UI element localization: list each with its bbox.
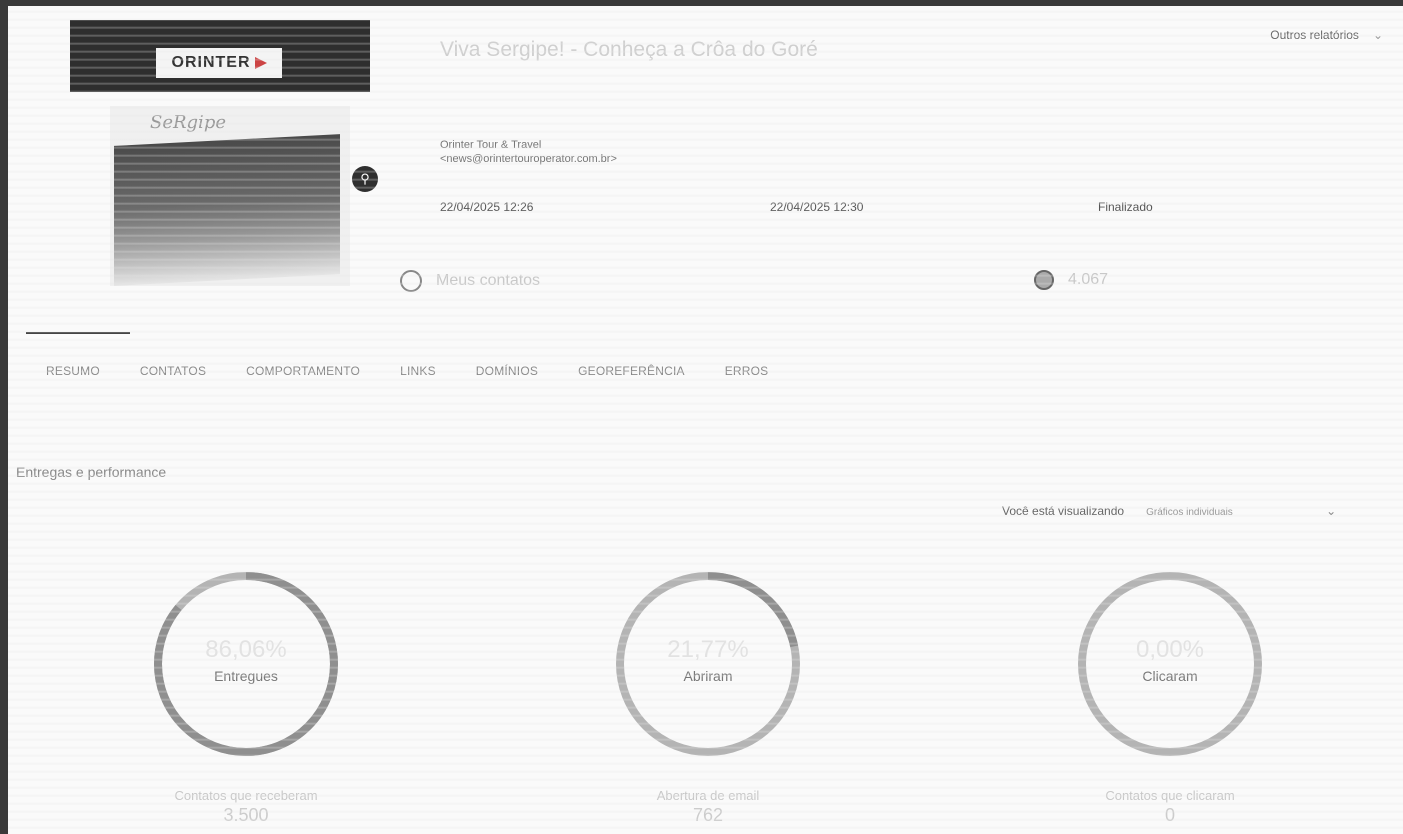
gauge-clicked-ring bbox=[1078, 572, 1262, 756]
sender-name: Orinter Tour & Travel bbox=[440, 139, 542, 151]
chevron-down-icon: ⌄ bbox=[1326, 504, 1337, 518]
metric-value: 3.500 bbox=[223, 805, 269, 825]
list-name: Meus contatos bbox=[436, 272, 541, 290]
gauge-percent: 0,00% bbox=[1135, 636, 1205, 663]
report-page: Outros relatórios ⌄ ORINTER SeRgipe ⚲ Viv… bbox=[8, 6, 1403, 834]
view-mode-value: Gráficos individuais bbox=[1146, 507, 1233, 518]
report-tabs: RESUMO CONTATOS COMPORTAMENTO LINKS DOMÍ… bbox=[46, 364, 808, 378]
tab-resumo[interactable]: RESUMO bbox=[46, 364, 100, 378]
sent-date: 22/04/2025 12:30 bbox=[770, 200, 864, 214]
email-thumbnail[interactable]: ORINTER SeRgipe ⚲ bbox=[70, 20, 378, 290]
gauge-opened: 21,77% Abriram bbox=[608, 564, 808, 764]
zoom-icon[interactable]: ⚲ bbox=[352, 166, 378, 192]
users-icon bbox=[1034, 270, 1054, 290]
list-icon bbox=[400, 270, 422, 292]
tab-contatos[interactable]: CONTATOS bbox=[140, 364, 206, 378]
tab-georeferencia[interactable]: GEOREFERÊNCIA bbox=[578, 364, 685, 378]
sender-info: Orinter Tour & Travel <news@orintertouro… bbox=[440, 138, 617, 166]
section-title: Entregas e performance bbox=[16, 464, 167, 480]
tab-comportamento[interactable]: COMPORTAMENTO bbox=[246, 364, 360, 378]
tab-dominios[interactable]: DOMÍNIOS bbox=[476, 364, 538, 378]
orinter-logo: ORINTER bbox=[156, 48, 282, 78]
gauge-opened-ring bbox=[616, 572, 800, 756]
status-badge: Finalizado bbox=[1098, 200, 1153, 214]
brand-bar: ORINTER bbox=[70, 20, 370, 92]
beach-photo bbox=[114, 134, 340, 286]
metric-label: Contatos que receberam bbox=[174, 788, 318, 803]
contact-list[interactable]: Meus contatos bbox=[400, 270, 540, 292]
gauge-delivered-ring bbox=[154, 572, 338, 756]
other-reports-menu[interactable]: Outros relatórios ⌄ bbox=[1270, 28, 1383, 42]
gauge-delivered: 86,06% Entregues bbox=[146, 564, 346, 764]
tab-erros[interactable]: ERROS bbox=[725, 364, 769, 378]
gauge-clicked: 0,00% Clicaram bbox=[1070, 564, 1270, 764]
view-mode-select[interactable]: Você está visualizando Gráficos individua… bbox=[1002, 504, 1336, 518]
thumbnail-script-text: SeRgipe bbox=[150, 112, 226, 133]
gauge-label: Entregues bbox=[214, 668, 278, 684]
gauge-label: Abriram bbox=[683, 668, 733, 684]
metric-value: 762 bbox=[692, 805, 724, 825]
active-tab-indicator bbox=[26, 332, 130, 334]
view-mode-label: Você está visualizando bbox=[1002, 504, 1125, 518]
tab-links[interactable]: LINKS bbox=[400, 364, 436, 378]
metric-received: Contatos que receberam 3.500 bbox=[96, 788, 396, 826]
metric-label: Contatos que clicaram bbox=[1105, 788, 1235, 803]
gauge-percent: 21,77% bbox=[667, 636, 749, 663]
metric-value: 0 bbox=[1164, 805, 1175, 825]
metric-clicked: Contatos que clicaram 0 bbox=[1020, 788, 1320, 826]
gauge-track bbox=[1078, 572, 1262, 756]
contacts-count: 4.067 bbox=[1034, 270, 1108, 290]
metric-label: Abertura de email bbox=[656, 788, 760, 803]
campaign-title: Viva Sergipe! - Conheça a Crôa do Goré bbox=[440, 38, 818, 61]
metric-opened: Abertura de email 762 bbox=[558, 788, 858, 826]
chevron-down-icon: ⌄ bbox=[1372, 28, 1383, 42]
gauge-label: Clicaram bbox=[1142, 668, 1198, 684]
created-date: 22/04/2025 12:26 bbox=[440, 200, 534, 214]
sender-email: <news@orintertouroperator.com.br> bbox=[440, 153, 617, 165]
contacts-count-value: 4.067 bbox=[1068, 271, 1109, 289]
gauge-percent: 86,06% bbox=[205, 636, 287, 663]
other-reports-label: Outros relatórios bbox=[1270, 28, 1359, 42]
